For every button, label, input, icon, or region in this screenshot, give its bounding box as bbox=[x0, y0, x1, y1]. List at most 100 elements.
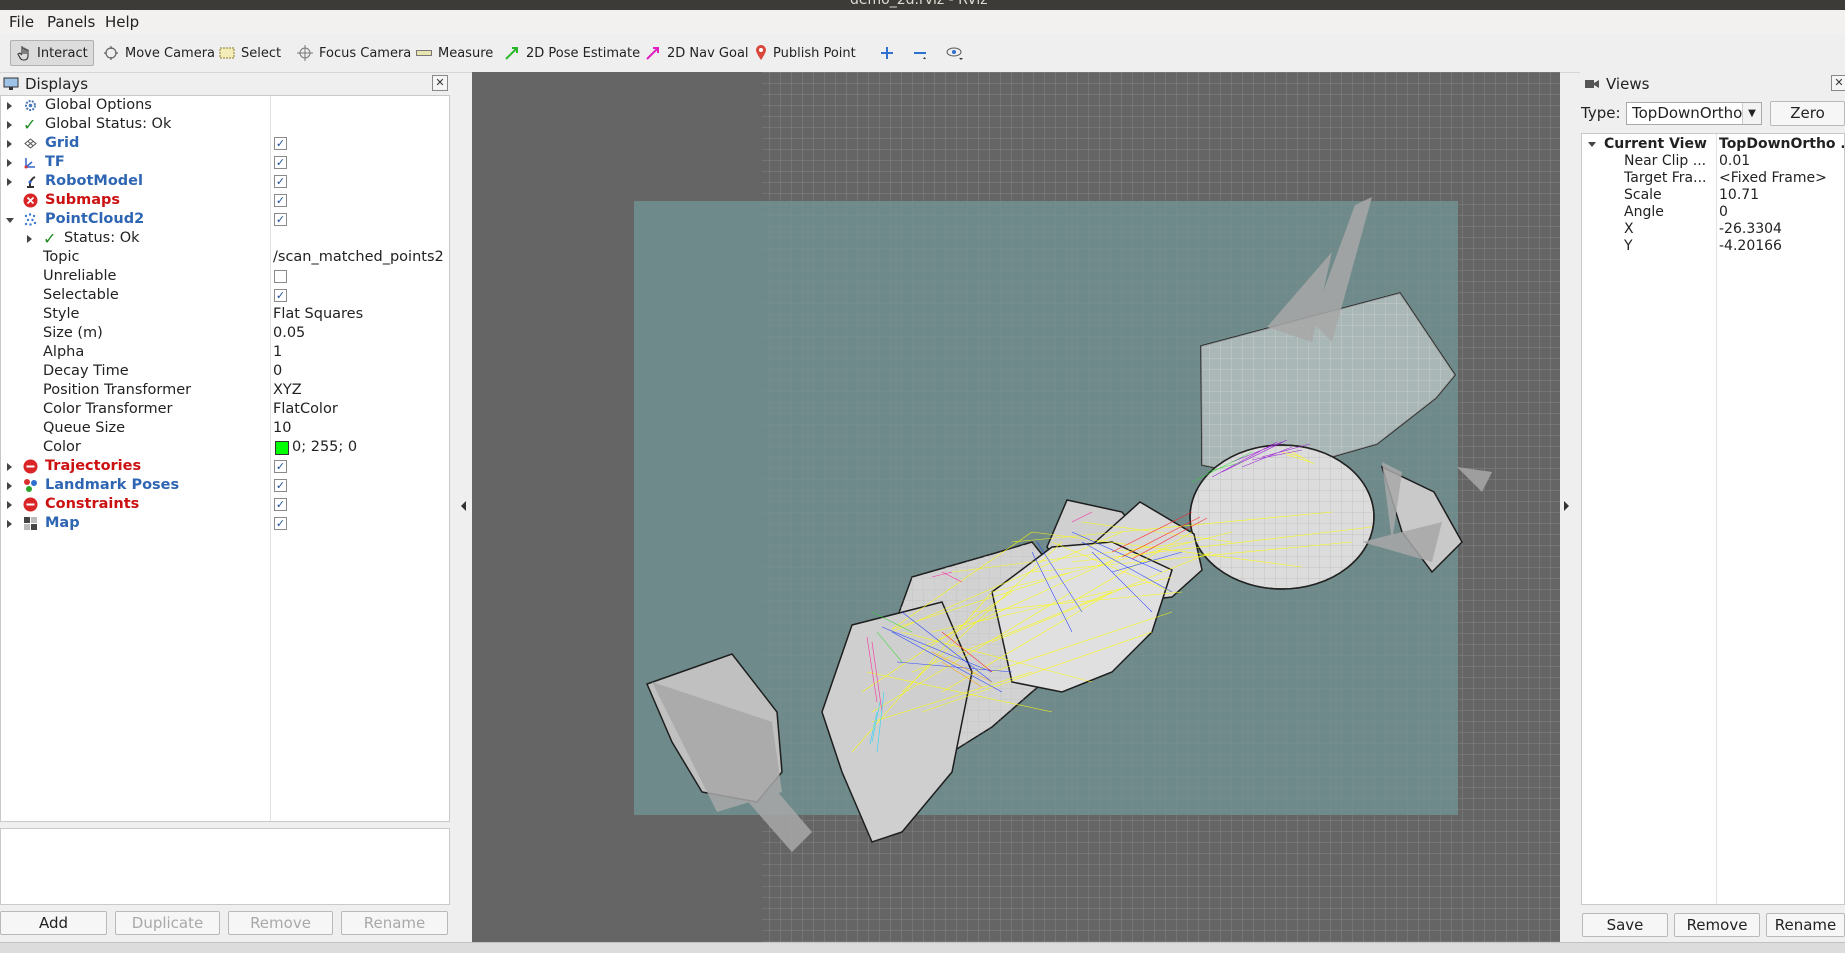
3d-viewport[interactable] bbox=[472, 72, 1560, 942]
display-row-global-status[interactable]: ✓ Global Status: Ok bbox=[1, 115, 449, 134]
enabled-checkbox[interactable]: ✓ bbox=[274, 498, 287, 511]
display-row-robotmodel[interactable]: RobotModel ✓ bbox=[1, 172, 449, 191]
property-value[interactable]: /scan_matched_points2 bbox=[273, 248, 444, 267]
duplicate-display-button[interactable]: Duplicate bbox=[115, 911, 220, 935]
display-row-pointcloud2[interactable]: PointCloud2 ✓ bbox=[1, 210, 449, 229]
view-prop-target-frame[interactable]: Target Fra... <Fixed Frame> bbox=[1582, 170, 1844, 187]
zero-view-button[interactable]: Zero bbox=[1770, 101, 1845, 126]
collapse-arrow-icon[interactable] bbox=[1588, 142, 1596, 147]
property-value[interactable]: -4.20166 bbox=[1719, 238, 1782, 255]
display-name: Global Status: Ok bbox=[45, 116, 172, 132]
collapse-arrow-icon[interactable] bbox=[6, 218, 14, 223]
view-prop-y[interactable]: Y -4.20166 bbox=[1582, 238, 1844, 255]
enabled-checkbox[interactable]: ✓ bbox=[274, 213, 287, 226]
publish-point-tool-button[interactable]: Publish Point bbox=[749, 40, 862, 66]
display-row-trajectories[interactable]: Trajectories ✓ bbox=[1, 457, 449, 476]
focus-camera-tool-button[interactable]: Focus Camera bbox=[291, 40, 417, 66]
expand-arrow-icon[interactable] bbox=[7, 102, 12, 110]
expand-arrow-icon[interactable] bbox=[7, 501, 12, 509]
expand-arrow-icon[interactable] bbox=[7, 140, 12, 148]
property-row-alpha[interactable]: Alpha 1 bbox=[1, 343, 449, 362]
view-options-button[interactable] bbox=[940, 40, 970, 66]
remove-display-button[interactable]: Remove bbox=[228, 911, 333, 935]
display-row-submaps[interactable]: Submaps ✓ bbox=[1, 191, 449, 210]
eye-icon bbox=[946, 47, 963, 60]
add-tool-button[interactable] bbox=[874, 40, 900, 66]
property-row-queue-size[interactable]: Queue Size 10 bbox=[1, 419, 449, 438]
rename-view-button[interactable]: Rename bbox=[1766, 913, 1845, 937]
enabled-checkbox[interactable]: ✓ bbox=[274, 194, 287, 207]
unreliable-checkbox[interactable] bbox=[274, 270, 287, 283]
expand-arrow-icon[interactable] bbox=[7, 520, 12, 528]
expand-arrow-icon[interactable] bbox=[7, 121, 12, 129]
property-row-unreliable[interactable]: Unreliable bbox=[1, 267, 449, 286]
enabled-checkbox[interactable]: ✓ bbox=[274, 479, 287, 492]
property-row-status[interactable]: ✓ Status: Ok bbox=[1, 229, 449, 248]
display-row-global-options[interactable]: Global Options bbox=[1, 96, 449, 115]
interact-tool-button[interactable]: Interact bbox=[10, 40, 94, 66]
rename-display-button[interactable]: Rename bbox=[341, 911, 448, 935]
current-view-row[interactable]: Current View TopDownOrtho ... bbox=[1582, 136, 1844, 153]
display-row-grid[interactable]: Grid ✓ bbox=[1, 134, 449, 153]
property-row-decay-time[interactable]: Decay Time 0 bbox=[1, 362, 449, 381]
color-swatch[interactable] bbox=[275, 441, 289, 455]
focus-camera-label: Focus Camera bbox=[319, 45, 412, 61]
selectable-checkbox[interactable]: ✓ bbox=[274, 289, 287, 302]
remove-view-button[interactable]: Remove bbox=[1674, 913, 1760, 937]
property-row-topic[interactable]: Topic /scan_matched_points2 bbox=[1, 248, 449, 267]
property-row-style[interactable]: Style Flat Squares bbox=[1, 305, 449, 324]
property-row-color[interactable]: Color 0; 255; 0 bbox=[1, 438, 449, 457]
display-row-landmark-poses[interactable]: Landmark Poses ✓ bbox=[1, 476, 449, 495]
property-value[interactable]: 1 bbox=[273, 343, 282, 362]
property-value[interactable]: 0; 255; 0 bbox=[292, 438, 357, 457]
property-row-selectable[interactable]: Selectable ✓ bbox=[1, 286, 449, 305]
expand-arrow-icon[interactable] bbox=[7, 178, 12, 186]
property-value[interactable]: 0 bbox=[273, 362, 282, 381]
property-value[interactable]: FlatColor bbox=[273, 400, 338, 419]
property-value[interactable]: 0.01 bbox=[1719, 153, 1750, 170]
property-value[interactable]: Flat Squares bbox=[273, 305, 363, 324]
property-value[interactable]: 0.05 bbox=[273, 324, 305, 343]
view-type-dropdown[interactable]: TopDownOrtho (rviz) ▼ bbox=[1626, 102, 1762, 125]
property-row-color-transformer[interactable]: Color Transformer FlatColor bbox=[1, 400, 449, 419]
add-display-button[interactable]: Add bbox=[0, 911, 107, 935]
nav-goal-tool-button[interactable]: 2D Nav Goal bbox=[639, 40, 755, 66]
collapse-left-panel-arrow[interactable] bbox=[461, 501, 466, 511]
remove-tool-button[interactable] bbox=[907, 40, 933, 66]
display-row-constraints[interactable]: Constraints ✓ bbox=[1, 495, 449, 514]
enabled-checkbox[interactable]: ✓ bbox=[274, 460, 287, 473]
view-prop-scale[interactable]: Scale 10.71 bbox=[1582, 187, 1844, 204]
menu-help[interactable]: Help bbox=[105, 13, 139, 31]
expand-arrow-icon[interactable] bbox=[7, 159, 12, 167]
property-row-size[interactable]: Size (m) 0.05 bbox=[1, 324, 449, 343]
menu-panels[interactable]: Panels bbox=[47, 13, 95, 31]
expand-arrow-icon[interactable] bbox=[27, 235, 32, 243]
save-view-button[interactable]: Save bbox=[1582, 913, 1668, 937]
property-value[interactable]: 10.71 bbox=[1719, 187, 1759, 204]
property-value[interactable]: <Fixed Frame> bbox=[1719, 170, 1827, 187]
property-value[interactable]: XYZ bbox=[273, 381, 302, 400]
display-row-tf[interactable]: TF ✓ bbox=[1, 153, 449, 172]
pose-estimate-tool-button[interactable]: 2D Pose Estimate bbox=[498, 40, 646, 66]
view-prop-x[interactable]: X -26.3304 bbox=[1582, 221, 1844, 238]
views-close-button[interactable]: ✕ bbox=[1831, 75, 1845, 91]
move-camera-tool-button[interactable]: Move Camera bbox=[97, 40, 221, 66]
enabled-checkbox[interactable]: ✓ bbox=[274, 175, 287, 188]
property-value[interactable]: -26.3304 bbox=[1719, 221, 1782, 238]
select-tool-button[interactable]: Select bbox=[213, 40, 287, 66]
display-row-map[interactable]: Map ✓ bbox=[1, 514, 449, 533]
enabled-checkbox[interactable]: ✓ bbox=[274, 156, 287, 169]
displays-close-button[interactable]: ✕ bbox=[432, 75, 448, 91]
measure-tool-button[interactable]: Measure bbox=[410, 40, 499, 66]
collapse-right-panel-arrow[interactable] bbox=[1564, 501, 1569, 511]
view-prop-angle[interactable]: Angle 0 bbox=[1582, 204, 1844, 221]
menu-file[interactable]: File bbox=[9, 13, 34, 31]
expand-arrow-icon[interactable] bbox=[7, 463, 12, 471]
property-value[interactable]: 0 bbox=[1719, 204, 1728, 221]
view-prop-near-clip[interactable]: Near Clip ... 0.01 bbox=[1582, 153, 1844, 170]
property-row-position-transformer[interactable]: Position Transformer XYZ bbox=[1, 381, 449, 400]
enabled-checkbox[interactable]: ✓ bbox=[274, 137, 287, 150]
expand-arrow-icon[interactable] bbox=[7, 482, 12, 490]
enabled-checkbox[interactable]: ✓ bbox=[274, 517, 287, 530]
property-value[interactable]: 10 bbox=[273, 419, 291, 438]
